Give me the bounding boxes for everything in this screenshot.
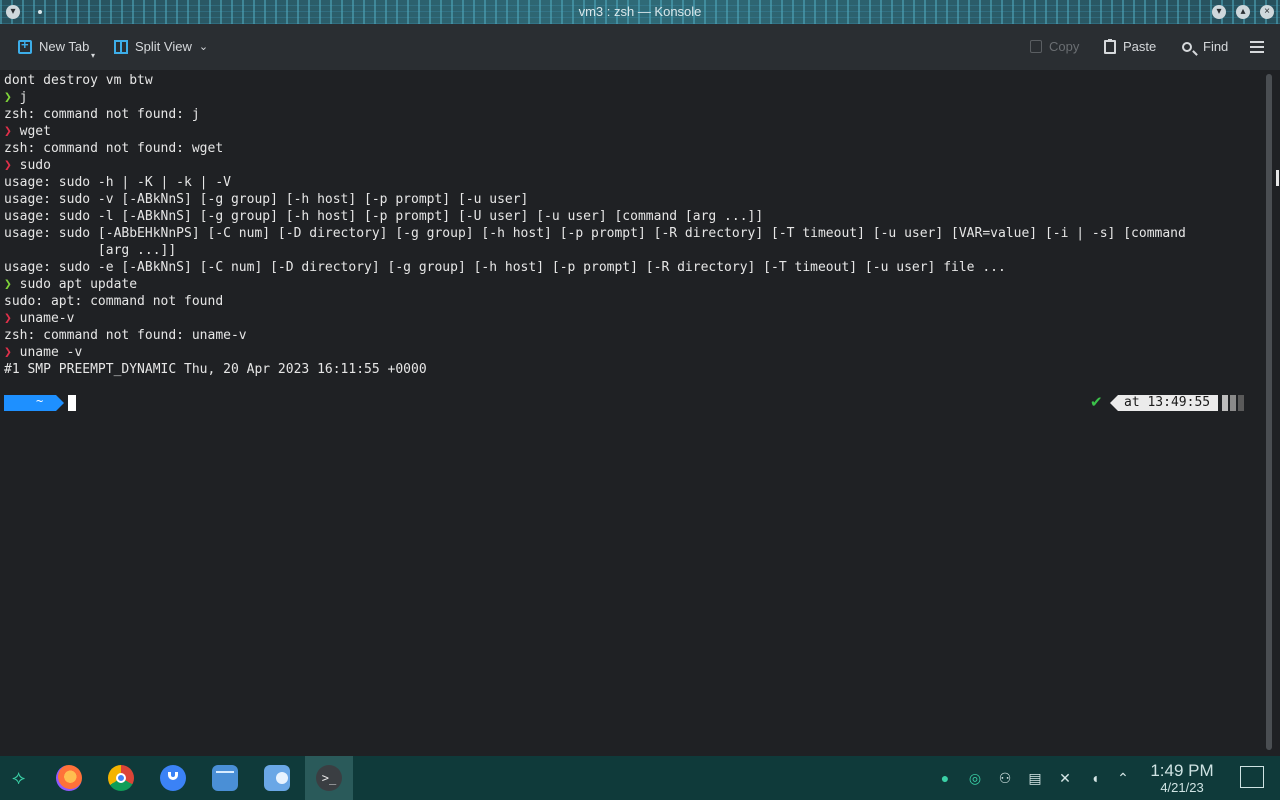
clock-date: 4/21/23	[1160, 780, 1204, 795]
terminal-line: sudo: apt: command not found	[4, 293, 223, 310]
find-label: Find	[1203, 39, 1229, 54]
prompt-dir-segment	[4, 395, 64, 411]
terminal-text: j	[11, 90, 28, 105]
window-title: vm3 : zsh — Konsole	[578, 4, 702, 19]
terminal-scrollbar[interactable]	[1266, 74, 1272, 750]
terminal-text: uname -v	[11, 345, 83, 360]
terminal-text: zsh: command not found: wget	[4, 141, 224, 156]
terminal-text: sudo: apt: command not found	[4, 294, 224, 309]
show-desktop-icon[interactable]	[1240, 766, 1264, 788]
terminal-text: dont destroy vm btw	[4, 73, 153, 88]
clipboard-icon[interactable]: ▤	[1026, 769, 1044, 787]
prompt-fade-segment	[1222, 395, 1228, 411]
terminal-text: #1 SMP PREEMPT_DYNAMIC Thu, 20 Apr 2023 …	[4, 362, 427, 377]
user-icon[interactable]: ●	[936, 769, 954, 787]
prompt-symbol: ❯	[4, 345, 12, 360]
terminal-text: zsh: command not found: j	[4, 107, 200, 122]
terminal-text: usage: sudo -v [-ABkNnS] [-g group] [-h …	[4, 192, 529, 207]
terminal-line: dont destroy vm btw	[4, 72, 153, 89]
terminal-line: ❯ j	[4, 89, 27, 106]
copy-icon	[1030, 40, 1042, 53]
terminal-line: usage: sudo -v [-ABkNnS] [-g group] [-h …	[4, 191, 528, 208]
chrome-icon[interactable]	[108, 765, 134, 791]
terminal-line: #1 SMP PREEMPT_DYNAMIC Thu, 20 Apr 2023 …	[4, 361, 427, 378]
application-launcher-icon[interactable]: ⟡	[12, 768, 34, 788]
status-check-icon: ✔	[1090, 394, 1103, 411]
paste-icon	[1104, 38, 1116, 54]
copy-label: Copy	[1049, 39, 1080, 54]
terminal-line: zsh: command not found: j	[4, 106, 200, 123]
window-titlebar[interactable]: ▾ vm3 : zsh — Konsole ▾ ▴ ×	[0, 0, 1280, 24]
terminal-text: wget	[11, 124, 51, 139]
scrollbar-thumb[interactable]	[1266, 74, 1272, 750]
terminal-text: sudo apt update	[11, 277, 138, 292]
paste-label: Paste	[1123, 39, 1157, 54]
terminal-line: ❯ sudo apt update	[4, 276, 137, 293]
find-button[interactable]: Find	[1182, 39, 1228, 54]
files-icon[interactable]	[212, 765, 238, 791]
new-tab-icon	[18, 37, 32, 54]
terminal-line: ❯ uname-v	[4, 310, 74, 327]
split-view-icon	[114, 39, 128, 54]
clock[interactable]: 1:49 PM 4/21/23	[1144, 762, 1220, 796]
close-icon[interactable]: ×	[1260, 5, 1274, 19]
terminal-line: usage: sudo -h | -K | -k | -V	[4, 174, 231, 191]
terminal-text: sudo	[11, 158, 51, 173]
volume-icon[interactable]: ◖	[1086, 769, 1104, 787]
split-view-button[interactable]: Split View ⌄	[114, 39, 208, 54]
mouse-pointer	[1276, 170, 1279, 186]
terminal-text: usage: sudo -h | -K | -k | -V	[4, 175, 231, 190]
mute-icon[interactable]: ✕	[1056, 769, 1074, 787]
accounts-icon[interactable]: ⚇	[996, 769, 1014, 787]
prompt-fade-segment	[1238, 395, 1244, 411]
toggle-app-icon[interactable]	[264, 765, 290, 791]
copy-button[interactable]: Copy	[1030, 39, 1079, 54]
taskbar: ⟡ >_ ● ◎ ⚇ ▤ ✕ ◖ ⌃ 1:49 PM 4/21/23	[0, 756, 1280, 800]
new-tab-dropdown-icon[interactable]: ▾	[91, 51, 95, 60]
terminal-line: usage: sudo -l [-ABkNnS] [-g group] [-h …	[4, 208, 763, 225]
prompt-symbol: ❯	[4, 124, 12, 139]
terminal-cursor	[68, 395, 76, 411]
terminal-line: zsh: command not found: wget	[4, 140, 223, 157]
terminal-line: usage: sudo [-ABbEHkNnPS] [-C num] [-D d…	[4, 225, 1186, 242]
hamburger-menu-icon[interactable]	[1250, 41, 1264, 56]
split-view-label: Split View	[135, 39, 192, 54]
terminal-line: [arg ...]]	[4, 242, 176, 259]
prompt-symbol: ❯	[4, 90, 12, 105]
maximize-icon[interactable]: ▴	[1236, 5, 1250, 19]
paste-button[interactable]: Paste	[1104, 38, 1157, 54]
prompt-symbol: ❯	[4, 277, 12, 292]
terminal-text: usage: sudo -e [-ABkNnS] [-C num] [-D di…	[4, 260, 1006, 275]
minimize-icon[interactable]: ▾	[1212, 5, 1226, 19]
terminal-text: usage: sudo -l [-ABkNnS] [-g group] [-h …	[4, 209, 764, 224]
konsole-icon[interactable]: >_	[316, 765, 342, 791]
new-tab-label: New Tab	[39, 39, 90, 54]
terminal-line: usage: sudo -e [-ABkNnS] [-C num] [-D di…	[4, 259, 1006, 276]
search-icon	[1182, 41, 1192, 52]
terminal-line: ❯ sudo	[4, 157, 51, 174]
update-icon[interactable]: ◎	[966, 769, 984, 787]
terminal-text: zsh: command not found: uname-v	[4, 328, 247, 343]
new-tab-button[interactable]: New Tab	[18, 37, 90, 54]
terminal-text: usage: sudo [-ABbEHkNnPS] [-C num] [-D d…	[4, 226, 1186, 241]
prompt-time: at 13:49:55	[1109, 395, 1219, 411]
konsole-toolbar: New Tab ▾ Split View ⌄ Copy Paste Find	[0, 24, 1280, 70]
chevron-down-icon[interactable]: ⌄	[199, 40, 208, 53]
prompt-symbol: ❯	[4, 311, 12, 326]
terminal-line: ❯ wget	[4, 123, 51, 140]
firefox-icon[interactable]	[56, 765, 82, 791]
chevron-up-icon[interactable]: ⌃	[1114, 769, 1132, 787]
terminal-text: [arg ...]]	[4, 243, 177, 258]
prompt-symbol: ❯	[4, 158, 12, 173]
shield-app-icon[interactable]	[160, 765, 186, 791]
terminal-line: ❯ uname -v	[4, 344, 82, 361]
terminal-area[interactable]: dont destroy vm btw ❯ j zsh: command not f…	[0, 70, 1262, 756]
terminal-text: uname-v	[11, 311, 75, 326]
prompt-fade-segment	[1230, 395, 1236, 411]
prompt-dir: ~	[36, 394, 44, 408]
terminal-line: zsh: command not found: uname-v	[4, 327, 247, 344]
clock-time: 1:49 PM	[1150, 761, 1214, 780]
